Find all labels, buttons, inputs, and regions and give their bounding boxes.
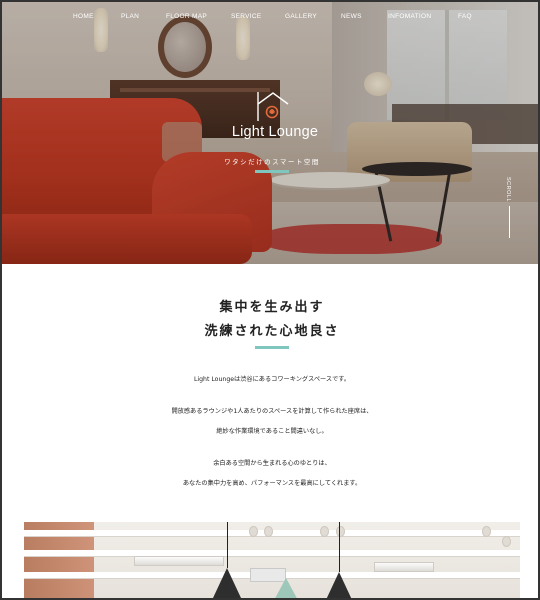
- nav-item-plan[interactable]: PLAN: [121, 13, 139, 20]
- intro-paragraph: 絶妙な作業環境であること間違いなし。: [216, 428, 328, 435]
- page-frame: HOME PLAN FLOOR MAP SERVICE GALLERY NEWS…: [0, 0, 540, 600]
- photo-pendant-cord: [339, 522, 340, 572]
- nav-item-service[interactable]: SERVICE: [231, 13, 262, 20]
- photo-ceiling-beam: [24, 550, 520, 556]
- photo-ceiling-hole: [264, 526, 273, 537]
- intro-accent-line: [255, 346, 289, 349]
- photo-pendant-lamp: [325, 572, 353, 598]
- hero-tagline: ワタシだけのスマート空間: [224, 158, 320, 166]
- intro-paragraph: 開放感あるラウンジや1人あたりのスペースを計算して作られた座席は、: [171, 408, 373, 415]
- scroll-indicator-label[interactable]: SCROLL: [505, 177, 511, 202]
- nav-item-floor-map[interactable]: FLOOR MAP: [166, 13, 207, 20]
- logo-title[interactable]: Light Lounge: [2, 124, 538, 140]
- photo-pendant-lamp: [272, 578, 300, 598]
- photo-pendant-lamp: [213, 568, 241, 598]
- nav-item-faq[interactable]: FAQ: [458, 13, 472, 20]
- photo-pendant-cord: [227, 522, 228, 568]
- scroll-indicator-line: [509, 206, 510, 238]
- nav-item-news[interactable]: NEWS: [341, 13, 362, 20]
- photo-ceiling-hole: [502, 536, 511, 547]
- intro-heading-line1: 集中を生み出す: [219, 300, 325, 315]
- nav-item-gallery[interactable]: GALLERY: [285, 13, 317, 20]
- intro-paragraph: 余白ある空間から生まれる心のゆとりは、: [213, 460, 331, 467]
- main-nav: HOME PLAN FLOOR MAP SERVICE GALLERY NEWS…: [2, 13, 538, 25]
- intro-heading-line2: 洗練された心地良さ: [204, 324, 340, 339]
- interior-photo: [24, 522, 520, 598]
- nav-item-infomation[interactable]: INFOMATION: [388, 13, 431, 20]
- photo-ceiling-duct: [374, 562, 434, 572]
- nav-item-home[interactable]: HOME: [73, 13, 94, 20]
- hero-accent-line: [255, 170, 289, 173]
- photo-ceiling-duct: [134, 556, 224, 566]
- photo-ceiling-hole: [336, 526, 345, 537]
- intro-paragraph: あなたの集中力を高め、パフォーマンスを最高にしてくれます。: [182, 480, 362, 487]
- photo-ceiling-hole: [320, 526, 329, 537]
- house-lamp-logo-icon: [257, 92, 289, 121]
- photo-ceiling-hole: [482, 526, 491, 537]
- intro-paragraph: Light Loungeは渋谷にあるコワーキングスペースです。: [193, 376, 351, 383]
- photo-ceiling-hole: [249, 526, 258, 537]
